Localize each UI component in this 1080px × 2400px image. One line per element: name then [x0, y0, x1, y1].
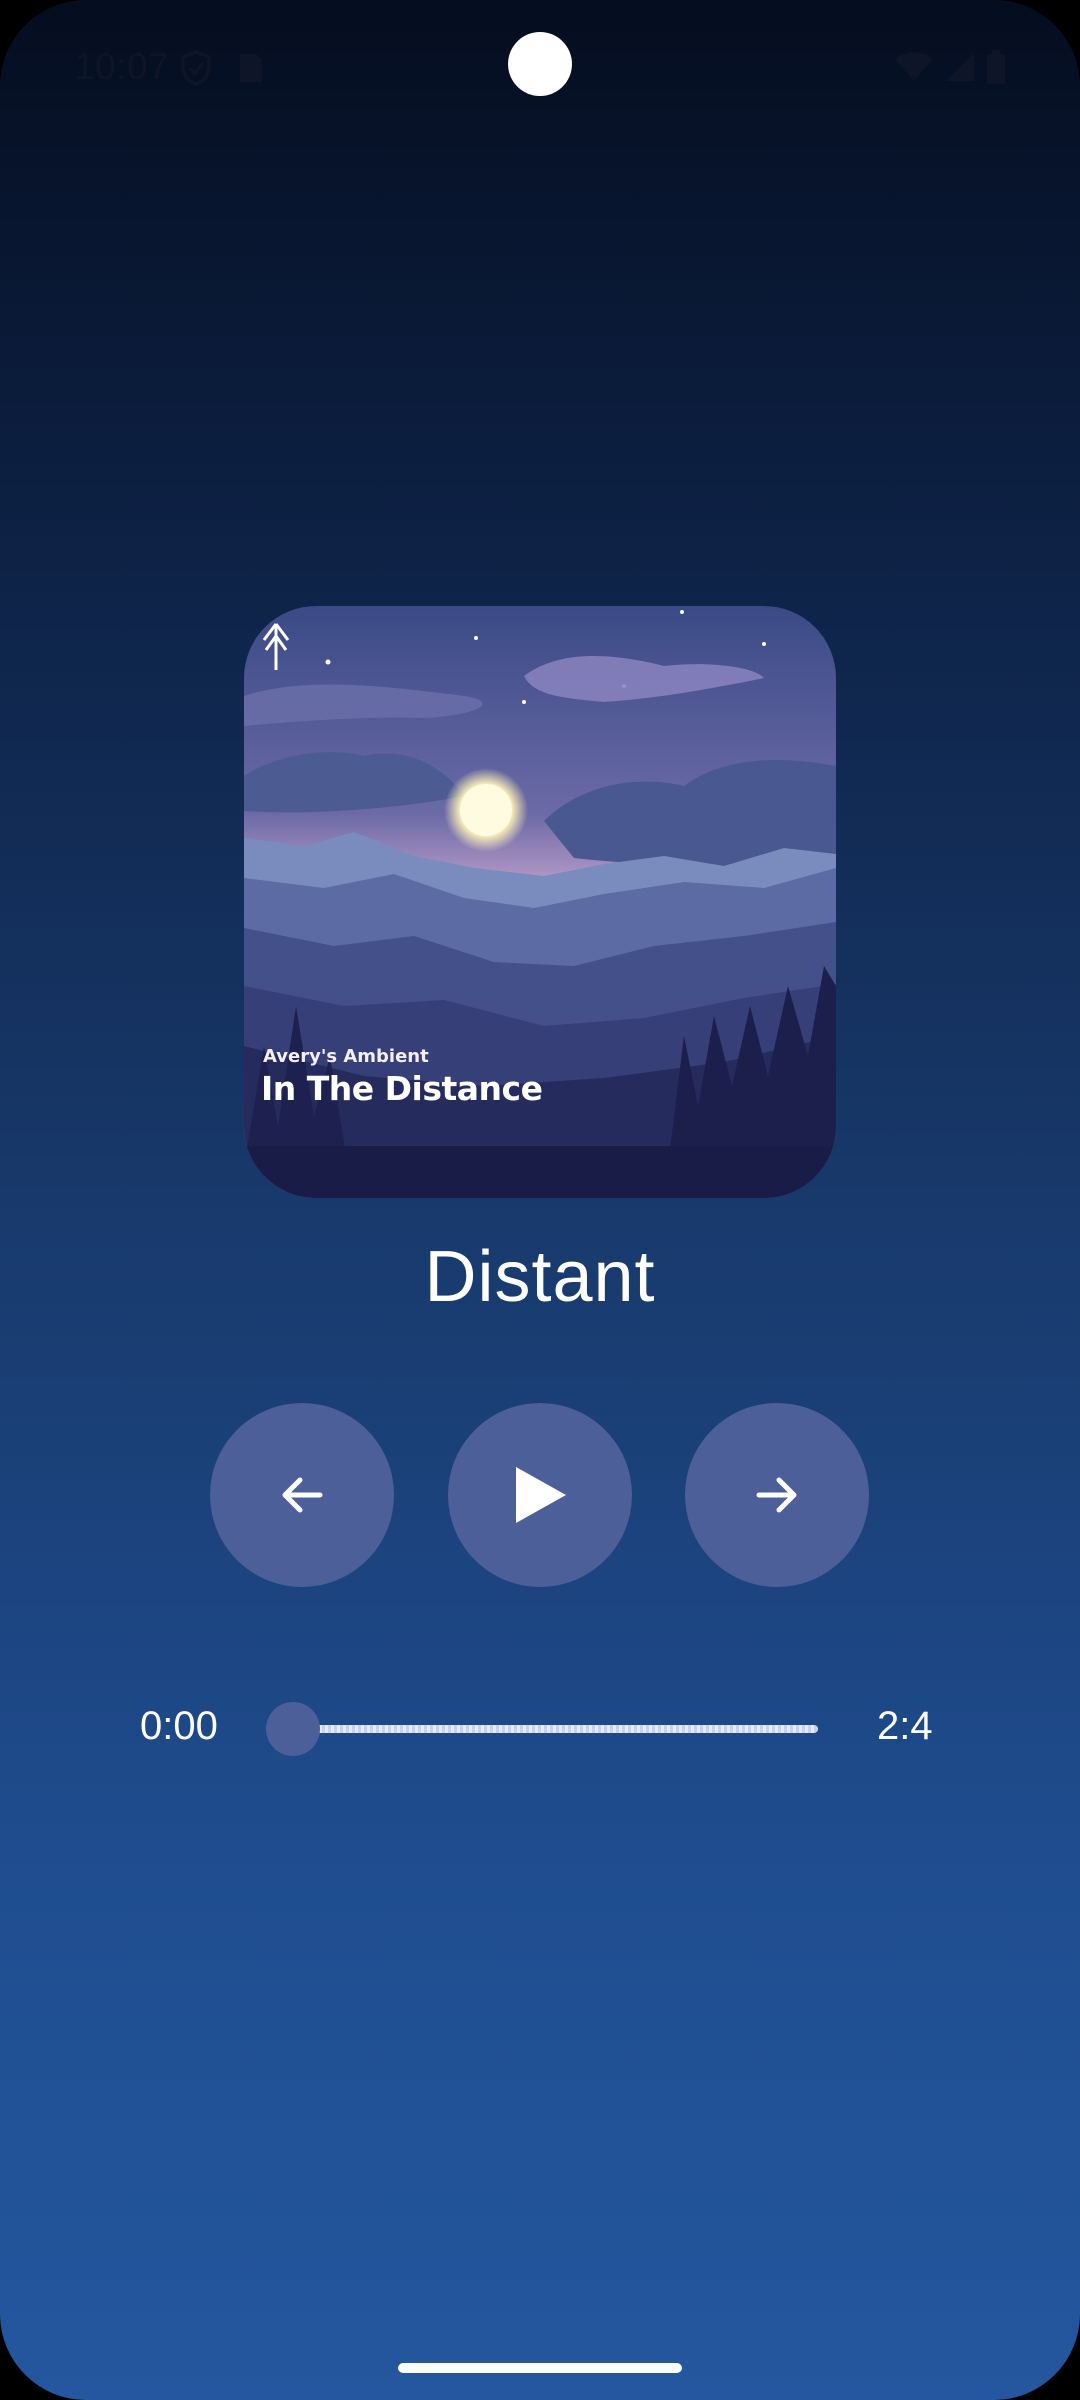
music-player-screen: 10:07 Avery's Ambient In The Distance Di… [0, 0, 1080, 2400]
total-time: 2:4 [877, 1704, 933, 1748]
album-artist: Avery's Ambient [263, 1046, 429, 1067]
track-title: Distant [424, 1237, 656, 1317]
arrow-right-icon [756, 1477, 797, 1513]
play-icon [516, 1467, 566, 1523]
sim-card-icon [240, 54, 262, 82]
current-time: 0:00 [140, 1704, 218, 1748]
shield-icon [181, 50, 211, 86]
tree-logo-icon [262, 623, 290, 670]
next-button[interactable] [685, 1403, 869, 1587]
previous-button[interactable] [210, 1403, 394, 1587]
seek-thumb[interactable] [266, 1702, 320, 1756]
play-button[interactable] [448, 1403, 632, 1587]
album-title: In The Distance [261, 1069, 543, 1108]
seek-bar[interactable] [292, 1725, 818, 1733]
wifi-icon [895, 52, 933, 81]
status-icons [894, 50, 1006, 84]
battery-icon [987, 50, 1005, 84]
gesture-nav-handle[interactable] [398, 2363, 682, 2373]
cell-signal-icon [946, 53, 974, 81]
arrow-left-icon [282, 1477, 323, 1513]
album-art: Avery's Ambient In The Distance [244, 606, 836, 1198]
album-art-illustration [244, 606, 836, 1198]
status-time: 10:07 [74, 46, 170, 87]
camera-cutout [508, 32, 572, 96]
